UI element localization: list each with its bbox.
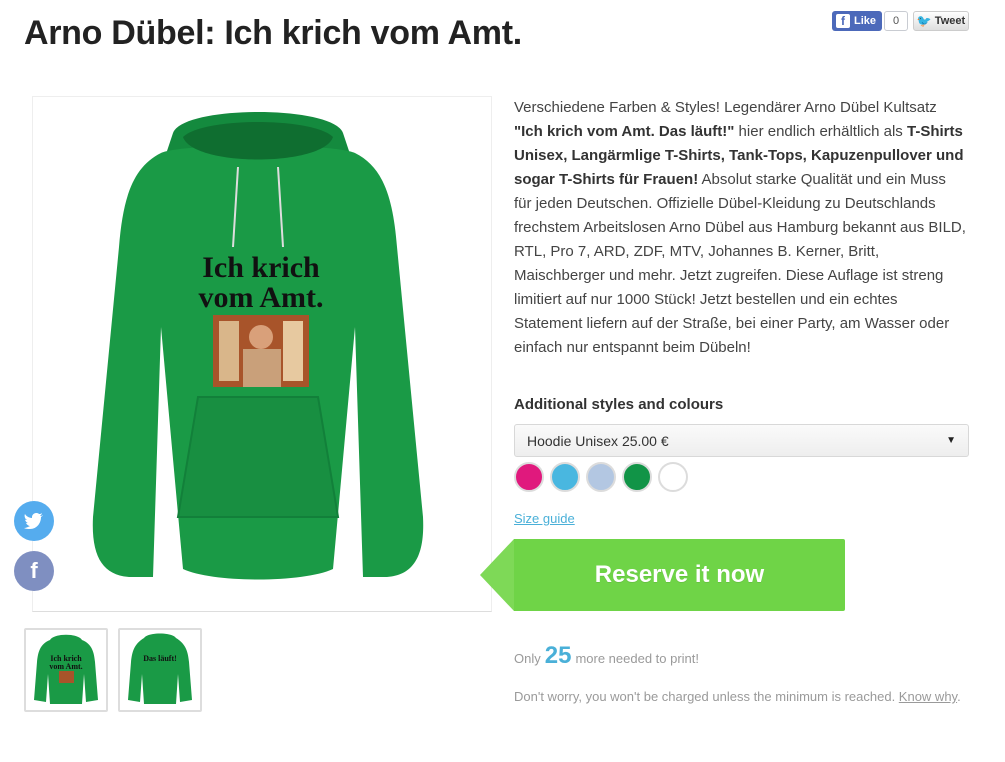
page-title: Arno Dübel: Ich krich vom Amt. (24, 14, 522, 52)
hoodie-photo-print (213, 315, 309, 387)
needed-text: more needed to print! (575, 651, 700, 666)
facebook-icon: f (30, 558, 38, 583)
size-guide-link[interactable]: Size guide (514, 511, 575, 526)
know-why-link[interactable]: Know why (899, 689, 957, 704)
color-swatch-light-blue[interactable] (586, 462, 616, 492)
product-main-image[interactable]: Ich krich vom Amt. (32, 96, 492, 612)
charge-note-text: Don't worry, you won't be charged unless… (514, 689, 899, 704)
styles-heading: Additional styles and colours (514, 396, 724, 413)
thumb-print-line2: vom Amt. (49, 662, 82, 671)
hoodie-print-line2: vom Amt. (199, 281, 324, 314)
color-swatch-white[interactable] (658, 462, 688, 492)
reserve-button[interactable]: Reserve it now (514, 539, 845, 611)
share-facebook-button[interactable]: f (14, 551, 54, 591)
color-swatch-green[interactable] (622, 462, 652, 492)
style-select[interactable]: Hoodie Unisex 25.00 € ▼ (514, 424, 969, 457)
tweet-button[interactable]: 🐦 Tweet (913, 11, 969, 31)
share-twitter-button[interactable] (14, 501, 54, 541)
facebook-icon: f (836, 14, 850, 28)
thumbnail-back[interactable]: Das läuft! (118, 628, 202, 712)
thumb-back-print: Das läuft! (143, 654, 177, 663)
twitter-icon (24, 513, 43, 529)
reserve-arrow-shape (480, 539, 514, 611)
tweet-label: Tweet (934, 15, 966, 27)
color-swatch-pink[interactable] (514, 462, 544, 492)
needed-only: Only (514, 651, 541, 666)
needed-to-print: Only 25 more needed to print! (514, 642, 699, 670)
like-label: Like (854, 15, 877, 27)
thumbnail-front[interactable]: Ich krich vom Amt. (24, 628, 108, 712)
needed-count: 25 (544, 642, 572, 669)
color-swatch-sky-blue[interactable] (550, 462, 580, 492)
color-swatches (514, 462, 688, 492)
charge-note: Don't worry, you won't be charged unless… (514, 686, 969, 707)
chevron-down-icon: ▼ (946, 435, 956, 446)
style-select-value: Hoodie Unisex 25.00 € (527, 432, 669, 449)
facebook-like-button[interactable]: f Like (832, 11, 883, 31)
like-count: 0 (884, 11, 908, 31)
hoodie-print-line1: Ich krich (202, 251, 320, 284)
product-description: Verschiedene Farben & Styles! Legendärer… (514, 99, 966, 356)
reserve-cta[interactable]: Reserve it now (480, 539, 845, 611)
hoodie-pocket (176, 396, 340, 518)
charge-note-period: . (957, 689, 961, 704)
twitter-bird-icon: 🐦 (916, 14, 932, 28)
